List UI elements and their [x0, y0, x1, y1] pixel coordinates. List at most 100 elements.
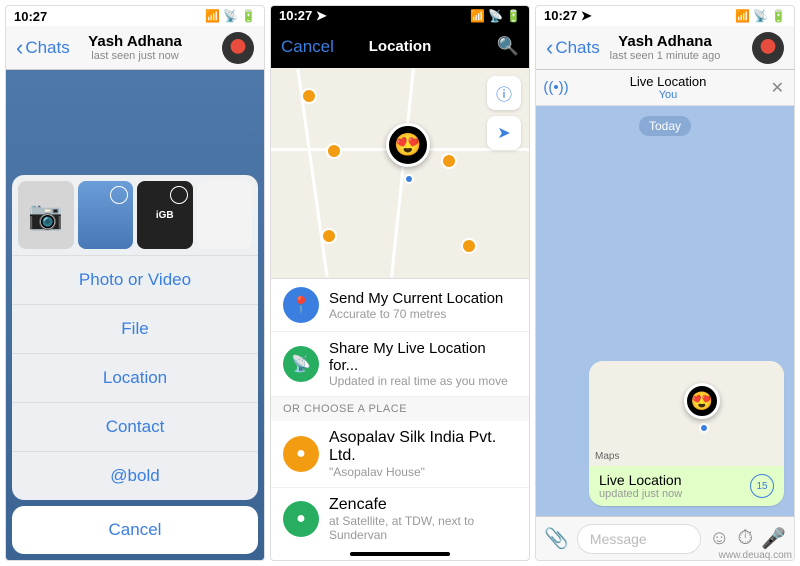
row-subtitle: Updated in real time as you move: [329, 374, 517, 388]
map-poi-icon: [301, 88, 317, 104]
status-bar: 10:27 ➤ 📶 📡 🔋: [271, 6, 529, 25]
timer-button[interactable]: ⏱: [737, 527, 753, 550]
search-icon: 🔍: [497, 36, 519, 56]
info-icon: ⓘ: [496, 81, 512, 105]
signal-icon: 📶: [205, 9, 220, 23]
watermark: www.deuaq.com: [719, 550, 792, 561]
cancel-button[interactable]: Cancel: [12, 506, 258, 554]
map-poi-icon: [461, 238, 477, 254]
page-title: Location: [369, 38, 432, 55]
timer-badge: 15: [750, 474, 774, 498]
screen-attachment-menu: 10:27 📶 📡 🔋 ‹ Chats Yash Adhana last see…: [5, 5, 265, 561]
banner-you: You: [659, 89, 678, 101]
cancel-button[interactable]: Cancel: [281, 37, 334, 57]
selection-ring: [110, 186, 128, 204]
mic-icon: 🎤: [761, 528, 786, 550]
map-poi-icon: [441, 153, 457, 169]
bubble-map-preview: 😍 Maps: [589, 361, 784, 466]
search-button[interactable]: 🔍: [497, 36, 519, 57]
camera-button[interactable]: 📷: [18, 181, 74, 249]
battery-icon: 🔋: [506, 9, 521, 23]
bubble-title: Live Location: [599, 472, 682, 488]
nav-title-block[interactable]: Yash Adhana last seen 1 minute ago: [610, 33, 721, 62]
status-time: 10:27 ➤: [279, 8, 327, 24]
message-bubble-live-location[interactable]: 😍 Maps Live Location updated just now 15: [589, 361, 784, 506]
signal-icon: 📶: [735, 9, 750, 23]
signal-icon: 📶: [470, 9, 485, 23]
map-poi-icon: [326, 143, 342, 159]
place-subtitle: "Asopalav House": [329, 465, 517, 479]
chat-area[interactable]: Today 😍 Maps Live Location updated just …: [536, 106, 794, 516]
map-info-button[interactable]: ⓘ: [487, 76, 521, 110]
status-icons: 📶 📡 🔋: [205, 9, 256, 23]
map-view[interactable]: 😍 ⓘ ➤: [271, 68, 529, 278]
menu-location[interactable]: Location: [12, 353, 258, 402]
user-location-pin: 😍: [684, 383, 720, 419]
status-icons: 📶 📡 🔋: [470, 9, 521, 23]
home-indicator[interactable]: [350, 552, 450, 556]
nav-bar: ‹ Chats Yash Adhana last seen 1 minute a…: [536, 26, 794, 70]
live-location-banner[interactable]: ((•)) Live Location You ✕: [536, 70, 794, 106]
menu-contact[interactable]: Contact: [12, 402, 258, 451]
status-bar: 10:27 ➤ 📶 📡 🔋: [536, 6, 794, 26]
nav-bar: ‹ Chats Yash Adhana last seen just now: [6, 26, 264, 70]
wifi-icon: 📡: [753, 9, 768, 23]
chevron-left-icon: ‹: [546, 35, 553, 61]
action-sheet-backdrop[interactable]: 📷 iGB Photo or Video File Location Conta…: [6, 70, 264, 560]
chat-background: 📷 iGB Photo or Video File Location Conta…: [6, 70, 264, 560]
avatar[interactable]: [752, 32, 784, 64]
location-list[interactable]: 📍 Send My Current Location Accurate to 7…: [271, 278, 529, 548]
broadcast-icon: 📡: [283, 346, 319, 382]
place-subtitle: at Satellite, at TDW, next to Sundervan: [329, 514, 517, 542]
wifi-icon: 📡: [223, 9, 238, 23]
close-banner-button[interactable]: ✕: [771, 78, 784, 98]
user-dot-icon: [404, 174, 414, 184]
paperclip-icon: 📎: [544, 528, 569, 550]
avatar[interactable]: [222, 32, 254, 64]
map-poi-icon: [321, 228, 337, 244]
status-bar: 10:27 📶 📡 🔋: [6, 6, 264, 26]
location-arrow-icon: ➤: [497, 123, 510, 143]
section-header: OR CHOOSE A PLACE: [271, 397, 529, 421]
nav-title-block[interactable]: Yash Adhana last seen just now: [88, 33, 182, 62]
battery-icon: 🔋: [241, 9, 256, 23]
back-button[interactable]: ‹ Chats: [16, 35, 70, 61]
share-live-location[interactable]: 📡 Share My Live Location for... Updated …: [271, 332, 529, 397]
camera-icon: 📷: [28, 199, 63, 232]
status-time: 10:27 ➤: [544, 8, 592, 24]
attach-button[interactable]: 📎: [544, 526, 569, 551]
user-dot-icon: [699, 423, 709, 433]
sticker-button[interactable]: ☺: [709, 527, 729, 550]
bubble-subtitle: updated just now: [599, 488, 682, 500]
menu-bold[interactable]: @bold: [12, 451, 258, 500]
photo-thumb-1[interactable]: [78, 181, 134, 249]
attachment-sheet: 📷 iGB Photo or Video File Location Conta…: [12, 175, 258, 500]
back-button[interactable]: ‹ Chats: [546, 35, 600, 61]
user-location-pin: 😍: [386, 123, 430, 167]
place-title: Asopalav Silk India Pvt. Ltd.: [329, 429, 517, 465]
chevron-left-icon: ‹: [16, 35, 23, 61]
wifi-icon: 📡: [488, 9, 503, 23]
menu-photo-video[interactable]: Photo or Video: [12, 255, 258, 304]
date-pill: Today: [639, 116, 691, 136]
selection-ring: [170, 186, 188, 204]
chat-name: Yash Adhana: [88, 33, 182, 50]
menu-file[interactable]: File: [12, 304, 258, 353]
battery-icon: 🔋: [771, 9, 786, 23]
map-controls: ⓘ ➤: [487, 76, 521, 150]
pin-icon: 📍: [283, 287, 319, 323]
place-icon: ●: [283, 436, 319, 472]
place-row[interactable]: ● Asopalav Silk India Pvt. Ltd. "Asopala…: [271, 421, 529, 488]
place-row[interactable]: ● Zencafe at Satellite, at TDW, next to …: [271, 488, 529, 548]
broadcast-icon: ((•)): [546, 78, 566, 98]
sticker-icon: ☺: [709, 527, 729, 549]
message-input[interactable]: Message: [577, 524, 701, 554]
maps-attribution: Maps: [595, 451, 619, 462]
map-locate-button[interactable]: ➤: [487, 116, 521, 150]
bubble-footer: Live Location updated just now 15: [589, 466, 784, 506]
photo-thumb-3[interactable]: [197, 181, 253, 249]
photo-thumbnails: 📷 iGB: [12, 175, 258, 255]
mic-button[interactable]: 🎤: [761, 526, 786, 551]
photo-thumb-2[interactable]: iGB: [137, 181, 193, 249]
send-current-location[interactable]: 📍 Send My Current Location Accurate to 7…: [271, 279, 529, 332]
